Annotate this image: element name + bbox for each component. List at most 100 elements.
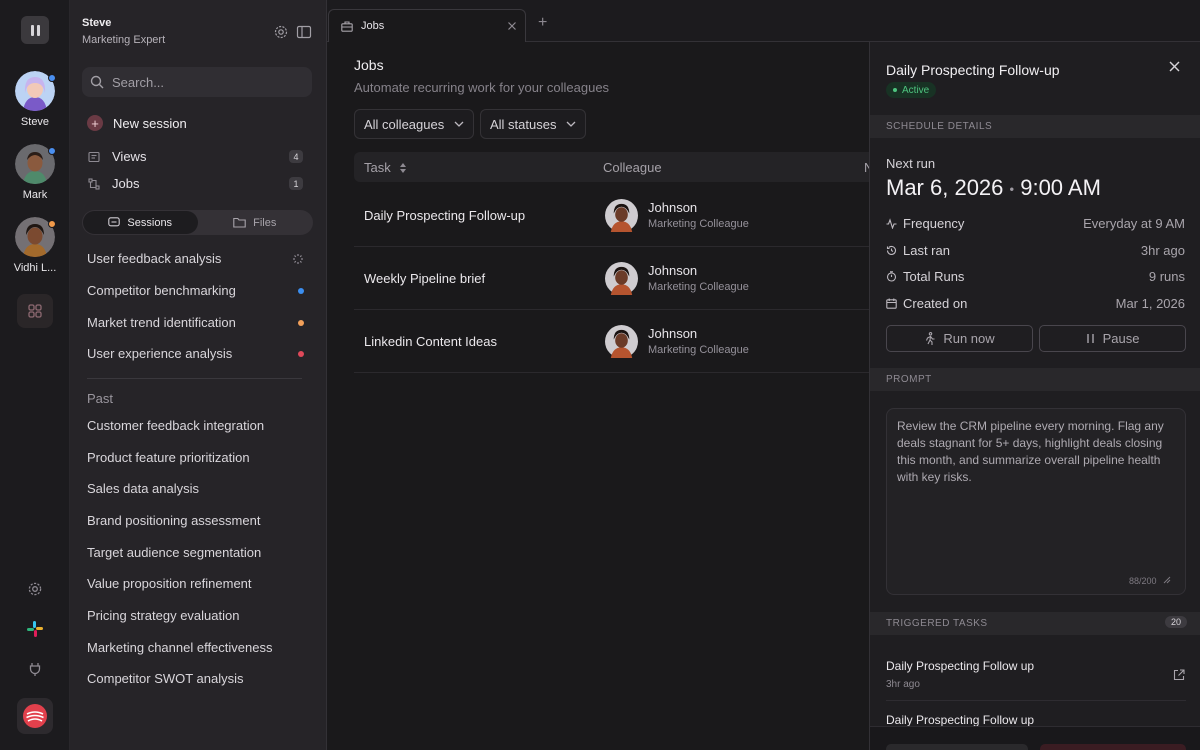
button-label: Run now — [943, 331, 995, 346]
count-badge: 4 — [289, 150, 303, 163]
prompt-textarea[interactable]: Review the CRM pipeline every morning. F… — [886, 408, 1186, 595]
past-session-item[interactable]: Product feature prioritization — [87, 450, 250, 465]
detail-label: Created on — [903, 296, 968, 311]
status-label: Active — [902, 84, 930, 96]
slack-icon[interactable] — [21, 615, 49, 643]
search-box[interactable] — [82, 67, 312, 97]
past-heading: Past — [87, 391, 114, 406]
session-item[interactable]: Competitor benchmarking — [87, 283, 304, 298]
calendar-icon — [886, 298, 897, 309]
user-name: Steve — [82, 17, 112, 29]
tab-files[interactable]: Files — [198, 211, 313, 234]
group-icon[interactable] — [17, 294, 53, 328]
past-session-item[interactable]: Target audience segmentation — [87, 545, 261, 560]
button-label: Pause — [1102, 331, 1140, 346]
nav-item-jobs[interactable]: Jobs 1 — [88, 176, 303, 191]
table-row[interactable]: Daily Prospecting Follow-up Johnson Mark… — [354, 184, 869, 247]
jobs-main: Jobs Automate recurring work for your co… — [327, 42, 869, 750]
detail-last-ran: Last ran 3hr ago — [886, 243, 1185, 258]
session-item[interactable]: User experience analysis — [87, 346, 304, 361]
app-logo-icon[interactable] — [17, 698, 53, 734]
colleague-role: Marketing Colleague — [648, 281, 749, 293]
footer-button[interactable] — [886, 744, 1028, 750]
section-header: TRIGGERED TASKS 20 — [870, 612, 1200, 635]
sort-icon — [399, 162, 406, 173]
new-session-button[interactable]: + New session — [87, 115, 187, 131]
chat-icon — [108, 217, 121, 227]
next-run-date: Mar 6, 2026 — [886, 175, 1004, 200]
status-dot — [48, 147, 56, 155]
pause-button[interactable]: Pause — [1039, 325, 1186, 352]
filter-label: All statuses — [490, 116, 557, 132]
colleague-mark[interactable]: Mark — [0, 144, 70, 201]
column-colleague[interactable]: Colleague — [603, 160, 662, 175]
triggered-task-item[interactable]: Daily Prospecting Follow up 3hr ago — [886, 659, 1186, 690]
past-session-item[interactable]: Value proposition refinement — [87, 576, 252, 591]
tab-jobs[interactable]: Jobs — [328, 9, 526, 42]
colleague-name: Vidhi L... — [13, 262, 57, 274]
status-badge: Active — [886, 82, 937, 98]
past-session-item[interactable]: Marketing channel effectiveness — [87, 640, 272, 655]
tab-label: Files — [253, 216, 277, 229]
triggered-task-title: Daily Prospecting Follow up — [886, 659, 1035, 673]
past-session-item[interactable]: Brand positioning assessment — [87, 513, 260, 528]
avatar[interactable] — [15, 144, 56, 184]
section-label: TRIGGERED TASKS — [886, 618, 988, 629]
panel-toggle-icon[interactable] — [296, 24, 312, 40]
triggered-task-title: Daily Prospecting Follow up — [886, 713, 1035, 727]
detail-total-runs: Total Runs 9 runs — [886, 269, 1185, 284]
nav-label: Views — [112, 149, 147, 164]
close-icon[interactable] — [1169, 61, 1180, 72]
task-name: Weekly Pipeline brief — [364, 271, 486, 286]
jobs-icon — [88, 177, 100, 190]
past-session-item[interactable]: Customer feedback integration — [87, 418, 264, 433]
user-role: Marketing Expert — [82, 34, 166, 46]
table-row[interactable]: Linkedin Content Ideas Johnson Marketing… — [354, 310, 869, 373]
triggered-task-item[interactable]: Daily Prospecting Follow up — [886, 713, 1186, 727]
nav-item-views[interactable]: Views 4 — [88, 149, 303, 164]
char-count-value: 88/200 — [1129, 576, 1157, 586]
external-link-icon[interactable] — [1173, 669, 1185, 681]
colleague-steve[interactable]: Steve — [0, 71, 70, 128]
colleague-name: Johnson — [648, 263, 698, 278]
session-item[interactable]: Market trend identification — [87, 315, 304, 330]
colleague-vidhi[interactable]: Vidhi L... — [0, 217, 70, 274]
new-session-label: New session — [113, 115, 187, 131]
count-badge: 20 — [1164, 616, 1187, 628]
run-now-button[interactable]: Run now — [886, 325, 1033, 352]
avatar[interactable] — [15, 71, 56, 111]
status-filter[interactable]: All statuses — [480, 109, 587, 139]
close-tab-icon[interactable] — [507, 21, 517, 31]
settings-icon[interactable] — [21, 575, 49, 603]
folder-icon — [233, 217, 246, 228]
briefcase-icon — [341, 20, 353, 32]
avatar[interactable] — [15, 217, 56, 257]
tab-sessions[interactable]: Sessions — [83, 211, 198, 234]
triggered-task-time: 3hr ago — [886, 679, 920, 690]
add-tab-button[interactable]: + — [538, 15, 547, 31]
detail-label: Last ran — [903, 243, 950, 258]
status-dot — [893, 88, 897, 92]
divider — [87, 378, 302, 379]
table-header: Task Colleague N — [354, 152, 869, 182]
past-session-item[interactable]: Pricing strategy evaluation — [87, 608, 239, 623]
past-session-item[interactable]: Sales data analysis — [87, 481, 199, 496]
job-detail-panel: Daily Prospecting Follow-up Active SCHED… — [869, 42, 1200, 750]
detail-value: 9 runs — [1148, 269, 1185, 284]
colleague-filter[interactable]: All colleagues — [354, 109, 475, 139]
column-label: Task — [364, 160, 391, 175]
resize-handle-icon[interactable] — [1163, 576, 1171, 584]
pulse-icon — [886, 218, 897, 229]
table-row[interactable]: Weekly Pipeline brief Johnson Marketing … — [354, 247, 869, 310]
colleague-name: Johnson — [648, 326, 698, 341]
plug-icon[interactable] — [21, 655, 49, 683]
gear-icon[interactable] — [273, 24, 289, 40]
run-icon — [926, 332, 935, 345]
search-input[interactable] — [112, 74, 302, 90]
column-task[interactable]: Task — [364, 160, 407, 175]
footer-button[interactable] — [1040, 744, 1186, 750]
search-icon — [90, 75, 104, 89]
session-item[interactable]: User feedback analysis — [87, 251, 304, 266]
past-session-item[interactable]: Competitor SWOT analysis — [87, 671, 244, 686]
logo-icon[interactable] — [21, 16, 49, 44]
